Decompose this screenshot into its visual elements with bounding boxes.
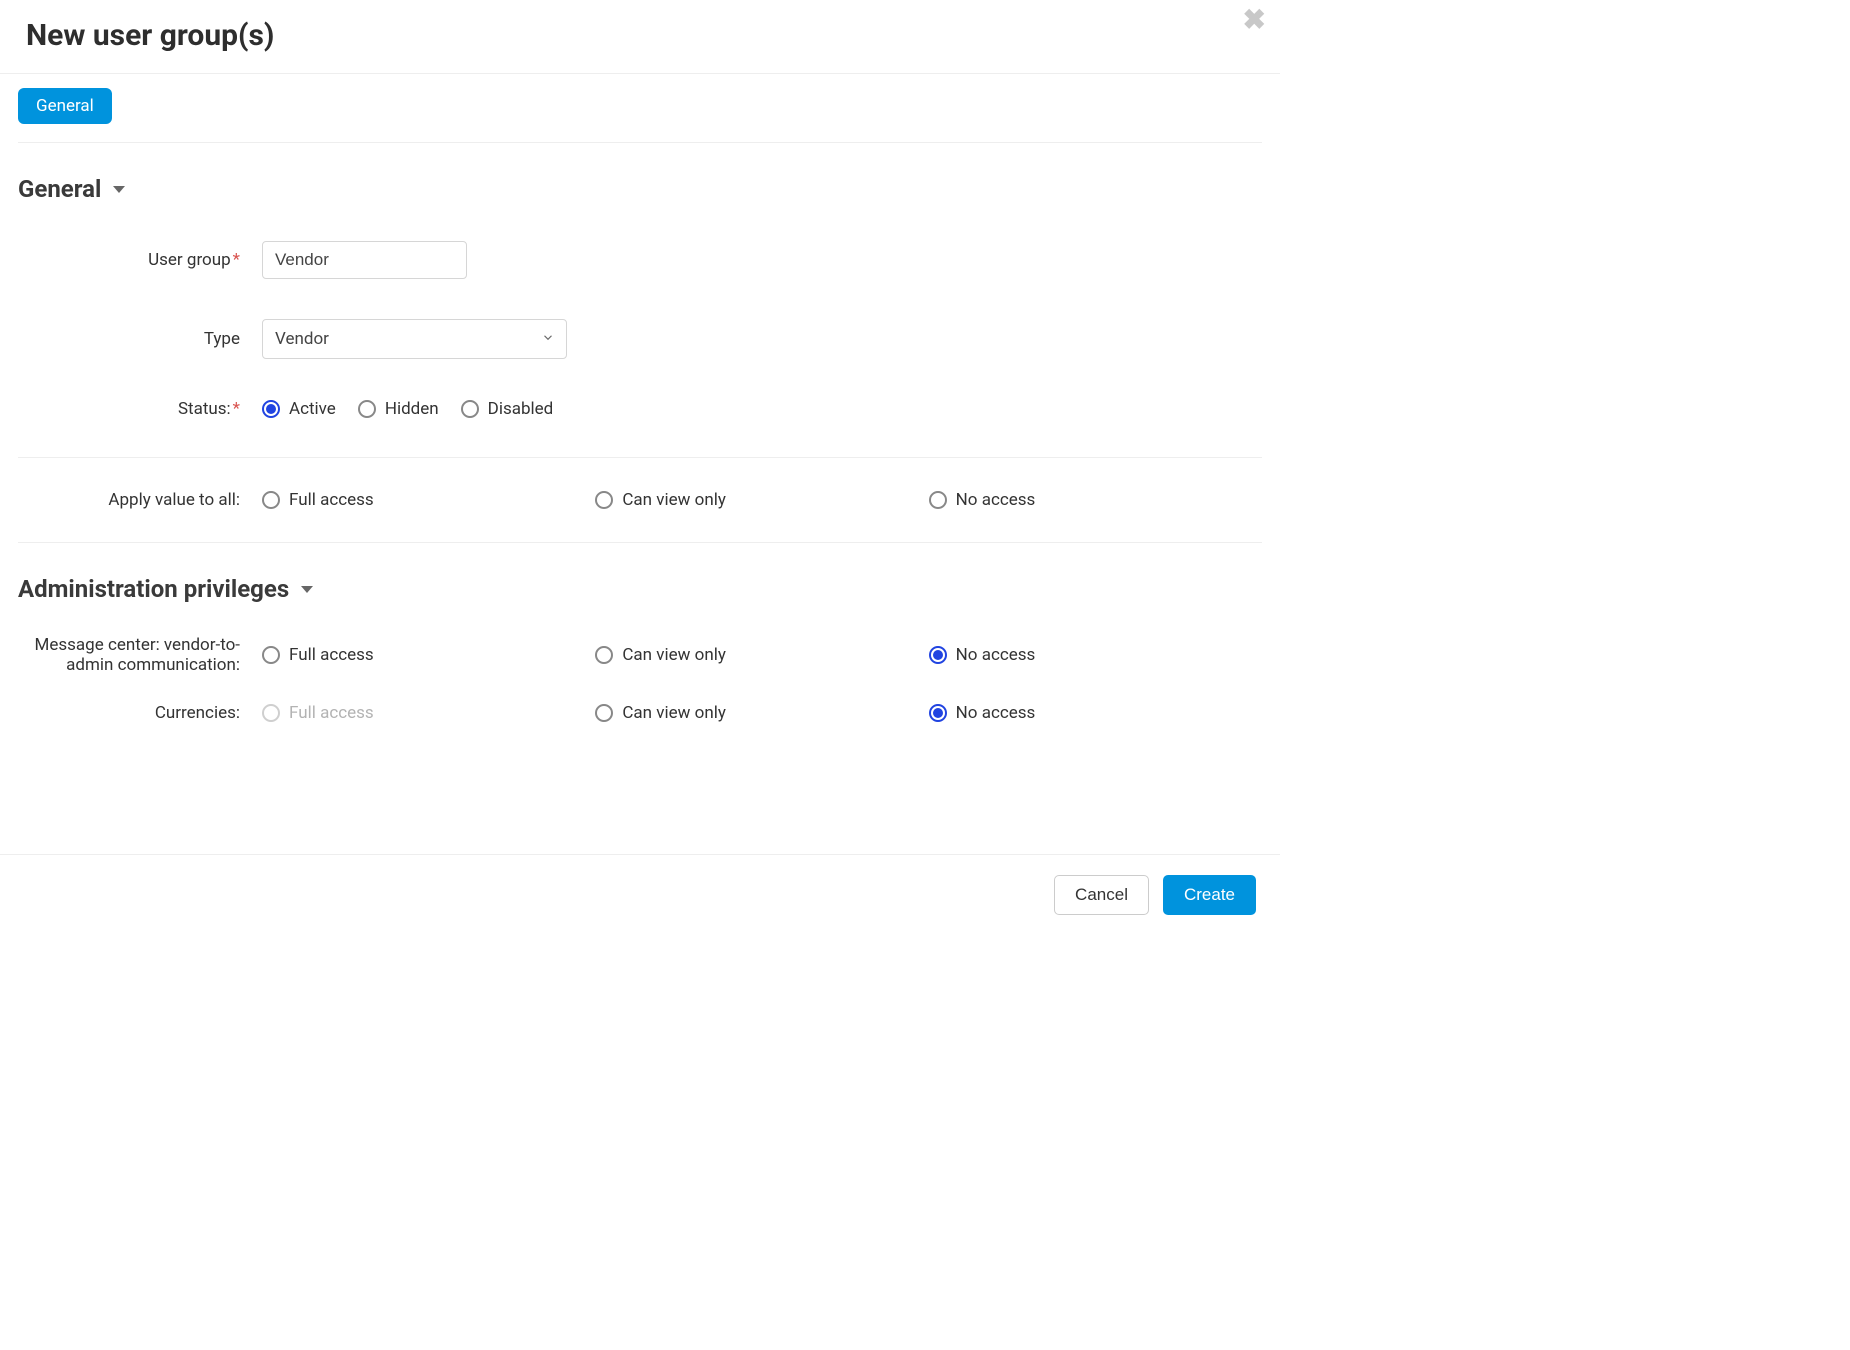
label-user-group: User group* xyxy=(18,250,262,270)
radio-icon xyxy=(461,400,479,418)
apply-all-radio-none[interactable]: No access xyxy=(929,490,1262,510)
apply-all-radio-full[interactable]: Full access xyxy=(262,490,595,510)
chevron-down-icon xyxy=(301,586,313,593)
apply-all-radio-view[interactable]: Can view only xyxy=(595,490,928,510)
section-heading-privileges-label: Administration privileges xyxy=(18,575,289,603)
radio-icon xyxy=(929,491,947,509)
priv-radio-full-label: Full access xyxy=(289,703,374,723)
radio-icon xyxy=(595,646,613,664)
status-radio-active-label: Active xyxy=(289,399,336,419)
dialog-footer: Cancel Create xyxy=(0,854,1280,935)
priv-currencies-radio-none[interactable]: No access xyxy=(929,703,1262,723)
create-button[interactable]: Create xyxy=(1163,875,1256,915)
status-radio-disabled[interactable]: Disabled xyxy=(461,399,554,419)
radio-icon xyxy=(262,491,280,509)
status-radio-hidden-label: Hidden xyxy=(385,399,439,419)
priv-label-currencies: Currencies: xyxy=(18,703,262,723)
radio-icon xyxy=(595,491,613,509)
priv-radio-full-label: Full access xyxy=(289,645,374,665)
priv-row-message-center: Message center: vendor-to-admin communic… xyxy=(18,621,1262,689)
chevron-down-icon xyxy=(113,186,125,193)
radio-icon xyxy=(929,704,947,722)
priv-currencies-radio-view[interactable]: Can view only xyxy=(595,703,928,723)
priv-radio-none-label: No access xyxy=(956,645,1036,665)
row-status: Status:* Active Hidden Disabled xyxy=(18,379,1262,439)
label-status: Status:* xyxy=(18,399,262,419)
radio-icon xyxy=(595,704,613,722)
label-type: Type xyxy=(18,329,262,349)
priv-message-center-radio-view[interactable]: Can view only xyxy=(595,645,928,665)
section-heading-privileges[interactable]: Administration privileges xyxy=(18,575,1262,603)
user-group-input[interactable] xyxy=(262,241,467,279)
cancel-button[interactable]: Cancel xyxy=(1054,875,1149,915)
close-icon[interactable]: ✖ xyxy=(1243,6,1266,34)
section-heading-general-label: General xyxy=(18,175,101,203)
priv-row-currencies: Currencies: Full access Can view only No… xyxy=(18,689,1262,737)
apply-all-radio-none-label: No access xyxy=(956,490,1036,510)
priv-message-center-radio-full[interactable]: Full access xyxy=(262,645,595,665)
required-marker-icon: * xyxy=(233,250,240,270)
apply-all-radio-view-label: Can view only xyxy=(622,490,726,510)
status-radio-disabled-label: Disabled xyxy=(488,399,554,419)
type-select[interactable]: Vendor xyxy=(262,319,567,359)
radio-icon xyxy=(262,704,280,722)
priv-radio-none-label: No access xyxy=(956,703,1036,723)
priv-radio-view-label: Can view only xyxy=(622,703,726,723)
row-apply-all: Apply value to all: Full access Can view… xyxy=(18,476,1262,524)
priv-label-message-center: Message center: vendor-to-admin communic… xyxy=(18,635,262,675)
apply-all-radio-full-label: Full access xyxy=(289,490,374,510)
priv-message-center-radio-none[interactable]: No access xyxy=(929,645,1262,665)
section-heading-general[interactable]: General xyxy=(18,175,1262,203)
label-apply-all: Apply value to all: xyxy=(18,490,262,510)
required-marker-icon: * xyxy=(233,399,240,419)
tabs-row: General xyxy=(18,86,1262,143)
radio-icon xyxy=(262,646,280,664)
radio-icon xyxy=(262,400,280,418)
status-radio-active[interactable]: Active xyxy=(262,399,336,419)
radio-icon xyxy=(358,400,376,418)
radio-icon xyxy=(929,646,947,664)
dialog-header: New user group(s) xyxy=(0,0,1280,74)
dialog-body-scroll[interactable]: General General User group* Type Vendor xyxy=(0,74,1280,854)
dialog-title: New user group(s) xyxy=(26,18,274,53)
tab-general[interactable]: General xyxy=(18,88,112,124)
row-type: Type Vendor xyxy=(18,299,1262,379)
status-radio-hidden[interactable]: Hidden xyxy=(358,399,439,419)
divider xyxy=(18,542,1262,543)
priv-radio-view-label: Can view only xyxy=(622,645,726,665)
divider xyxy=(18,457,1262,458)
priv-currencies-radio-full: Full access xyxy=(262,703,595,723)
row-user-group: User group* xyxy=(18,221,1262,299)
new-user-group-dialog: New user group(s) ✖ General General User… xyxy=(0,0,1280,935)
